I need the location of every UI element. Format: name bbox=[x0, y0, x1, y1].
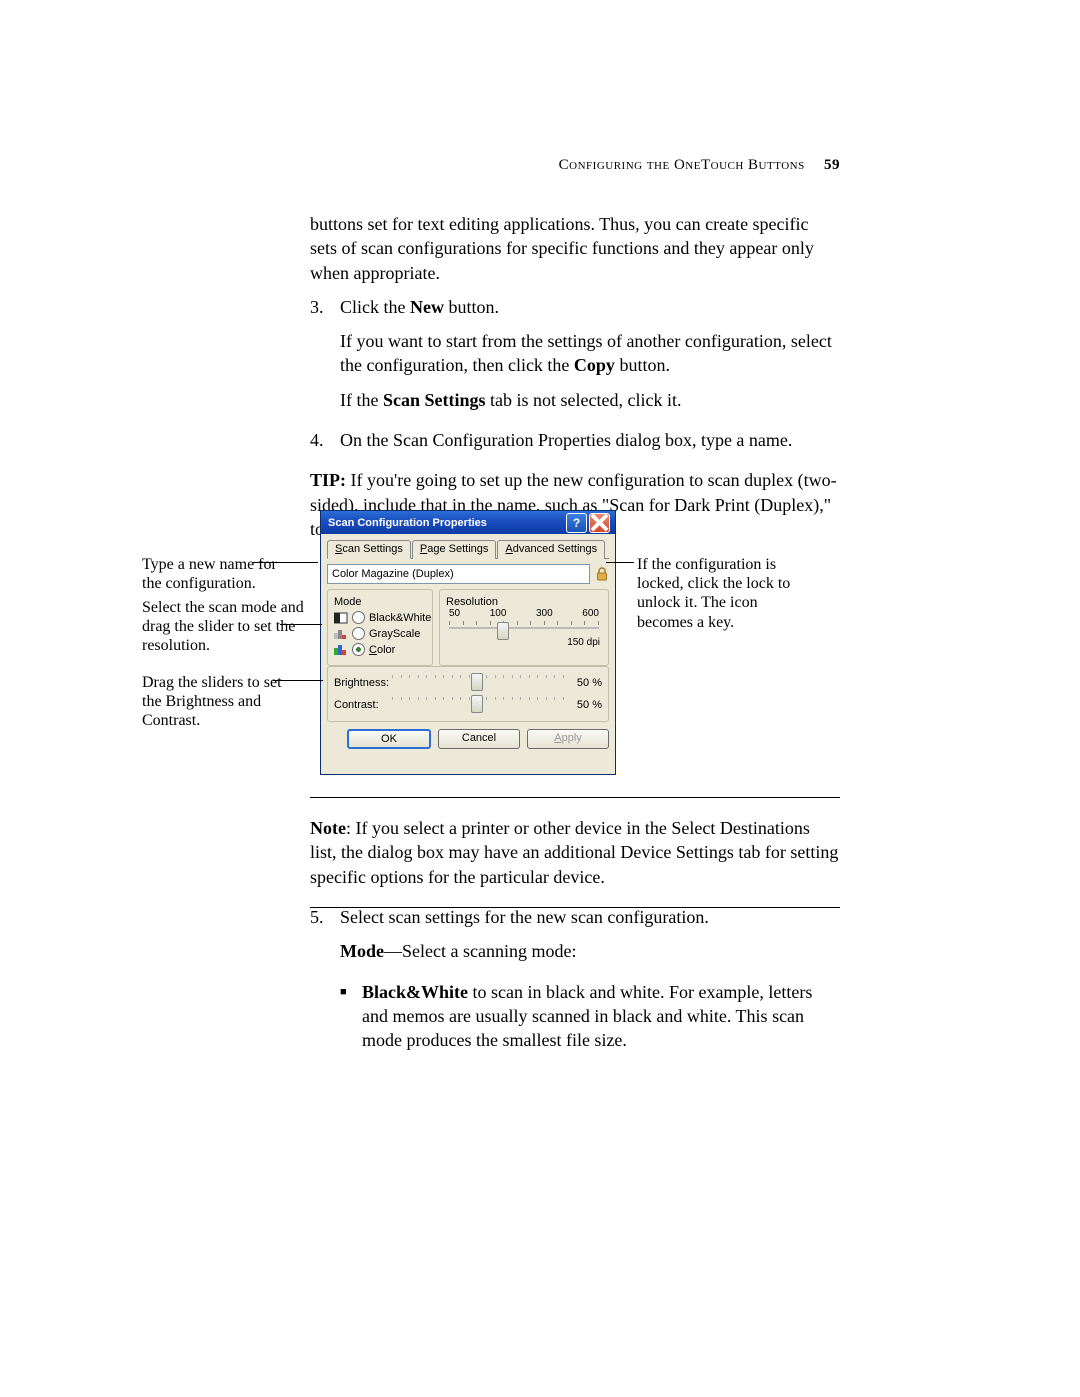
bullet-blackwhite: ■ Black&White to scan in black and white… bbox=[340, 980, 840, 1063]
step-5-text: Select scan settings for the new scan co… bbox=[340, 905, 840, 929]
header-title: Configuring the OneTouch Buttons bbox=[559, 157, 805, 173]
config-name-input[interactable]: Color Magazine (Duplex) bbox=[327, 564, 590, 584]
mode-line: Mode—Select a scanning mode: bbox=[340, 939, 840, 963]
step-3: 3. Click the New button. If you want to … bbox=[310, 295, 840, 422]
dialog-titlebar[interactable]: Scan Configuration Properties ? bbox=[321, 511, 615, 534]
resolution-groupbox: Resolution 50 100 300 600 150 dpi bbox=[439, 589, 609, 666]
tab-scan-settings[interactable]: Scan Settings bbox=[327, 540, 411, 559]
note-paragraph: Note: If you select a printer or other d… bbox=[310, 816, 840, 889]
rule bbox=[310, 797, 840, 798]
mode-legend: Mode bbox=[334, 596, 426, 608]
tab-row: Scan Settings Page Settings Advanced Set… bbox=[327, 539, 609, 559]
radio-grayscale[interactable]: GrayScale bbox=[334, 627, 426, 640]
tab-page-settings[interactable]: Page Settings bbox=[412, 540, 497, 559]
brightness-value: 50 % bbox=[567, 677, 602, 689]
cancel-button[interactable]: Cancel bbox=[438, 729, 520, 749]
ok-button[interactable]: OK bbox=[347, 729, 431, 749]
callout-sliders: Drag the sliders to set the Brightness a… bbox=[142, 673, 292, 731]
step-number: 3. bbox=[310, 295, 340, 422]
callout-lock: If the configuration is locked, click th… bbox=[637, 555, 797, 632]
radio-blackwhite[interactable]: Black&White bbox=[334, 611, 426, 624]
resolution-legend: Resolution bbox=[446, 596, 602, 608]
intro-paragraph: buttons set for text editing application… bbox=[310, 212, 840, 285]
bullet-marker: ■ bbox=[340, 980, 362, 1063]
contrast-value: 50 % bbox=[567, 699, 602, 711]
step-number: 4. bbox=[310, 428, 340, 462]
resolution-tick-labels: 50 100 300 600 bbox=[446, 608, 602, 619]
grayscale-icon bbox=[334, 628, 348, 640]
resolution-value: 150 dpi bbox=[446, 637, 602, 648]
step-3-line-1: Click the New button. bbox=[340, 295, 840, 319]
resolution-slider[interactable] bbox=[449, 621, 599, 635]
contrast-slider[interactable] bbox=[389, 697, 567, 713]
lock-icon[interactable] bbox=[595, 566, 609, 582]
step-3-line-2: If you want to start from the settings o… bbox=[340, 329, 840, 378]
page-number: 59 bbox=[824, 157, 840, 173]
apply-button[interactable]: Apply bbox=[527, 729, 609, 749]
brightness-contrast-box: Brightness: 50 % Contrast: 50 % bbox=[327, 666, 609, 722]
callout-line bbox=[273, 680, 323, 681]
contrast-label: Contrast: bbox=[334, 699, 389, 711]
running-header: Configuring the OneTouch Buttons 59 bbox=[559, 157, 840, 174]
step-3-line-3: If the Scan Settings tab is not selected… bbox=[340, 388, 840, 412]
callout-line bbox=[606, 562, 634, 563]
step-4: 4. On the Scan Configuration Properties … bbox=[310, 428, 840, 462]
mode-groupbox: Mode Black&White GrayScale Color bbox=[327, 589, 433, 666]
scan-config-dialog: Scan Configuration Properties ? Scan Set… bbox=[320, 510, 616, 775]
step-4-text: On the Scan Configuration Properties dia… bbox=[340, 428, 840, 452]
color-icon bbox=[334, 644, 348, 656]
bw-icon bbox=[334, 612, 348, 624]
callout-line bbox=[280, 624, 322, 625]
brightness-slider[interactable] bbox=[389, 675, 567, 691]
callout-mode: Select the scan mode and drag the slider… bbox=[142, 598, 307, 656]
step-number: 5. bbox=[310, 905, 340, 974]
callout-name: Type a new name for the configuration. bbox=[142, 555, 297, 593]
close-button[interactable] bbox=[589, 513, 610, 533]
dialog-title: Scan Configuration Properties bbox=[328, 517, 487, 529]
radio-color[interactable]: Color bbox=[334, 643, 426, 656]
tab-advanced-settings[interactable]: Advanced Settings bbox=[497, 540, 605, 559]
brightness-label: Brightness: bbox=[334, 677, 389, 689]
help-button[interactable]: ? bbox=[566, 513, 587, 533]
callout-line bbox=[253, 562, 318, 563]
step-5: 5. Select scan settings for the new scan… bbox=[310, 905, 840, 974]
